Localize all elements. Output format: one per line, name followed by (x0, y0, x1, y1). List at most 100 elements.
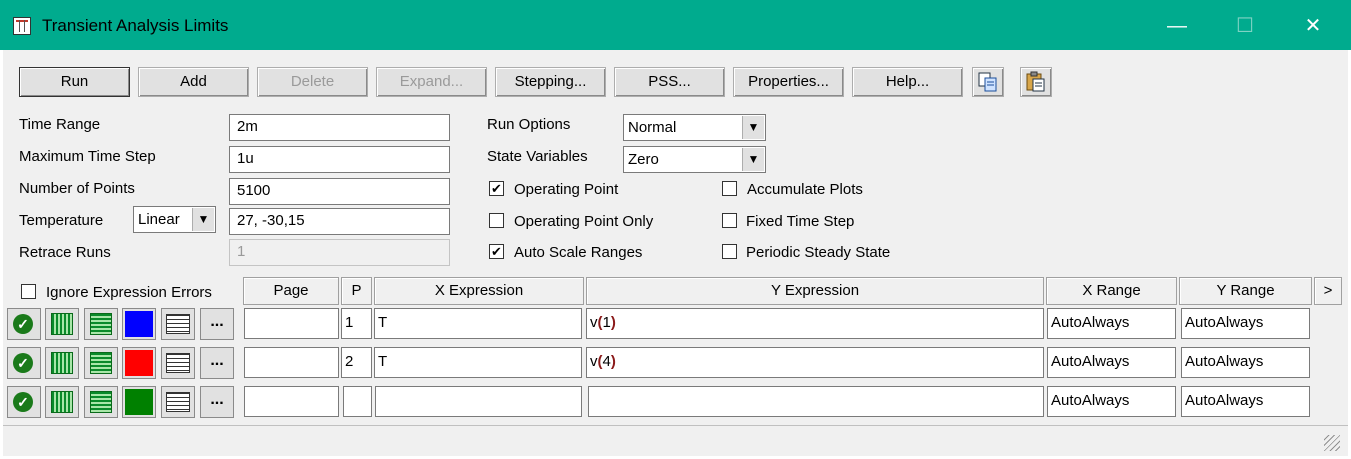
operating-point-only-checkbox[interactable] (489, 213, 504, 228)
run-options-label: Run Options (487, 116, 571, 133)
ellipsis-icon: ... (210, 313, 224, 330)
horizontal-bars-icon (90, 352, 112, 374)
state-variables-value: Zero (628, 151, 659, 168)
ignore-errors-checkbox[interactable] (21, 284, 36, 299)
color-swatch (125, 311, 153, 337)
max-time-step-input[interactable]: 1u (229, 146, 450, 173)
enable-toggle[interactable]: ✓ (7, 386, 41, 418)
periodic-steady-state-checkbox[interactable] (722, 244, 737, 259)
checkmark-icon: ✓ (13, 353, 33, 373)
options-button[interactable]: ... (200, 308, 234, 340)
run-options-select[interactable]: Normal ▼ (623, 114, 766, 141)
chevron-down-icon: ▼ (742, 148, 764, 171)
y-fn: v (590, 353, 598, 370)
options-button[interactable]: ... (200, 386, 234, 418)
state-variables-label: State Variables (487, 148, 588, 165)
auto-scale-label: Auto Scale Ranges (514, 244, 643, 261)
delete-button[interactable]: Delete (257, 67, 368, 97)
plot-style-button[interactable] (45, 308, 79, 340)
p-cell[interactable]: 1 (341, 308, 372, 339)
run-button[interactable]: Run (19, 67, 130, 97)
header-y-range[interactable]: Y Range (1179, 277, 1312, 305)
header-x-range[interactable]: X Range (1046, 277, 1177, 305)
y-arg: 4 (602, 353, 611, 370)
p-cell[interactable]: 2 (341, 347, 372, 378)
state-variables-select[interactable]: Zero ▼ (623, 146, 766, 173)
maximize-button[interactable]: ☐ (1225, 8, 1265, 44)
paste-button[interactable] (1020, 67, 1052, 97)
time-range-input[interactable]: 2m (229, 114, 450, 141)
y-range-cell[interactable]: AutoAlways (1181, 308, 1310, 339)
resize-grip-icon[interactable] (1324, 435, 1340, 451)
x-range-cell[interactable]: AutoAlways (1047, 386, 1176, 417)
ignore-errors-label: Ignore Expression Errors (46, 284, 212, 301)
minimize-button[interactable]: — (1157, 8, 1197, 44)
num-points-label: Number of Points (19, 180, 135, 197)
pss-button[interactable]: PSS... (614, 67, 725, 97)
num-points-input[interactable]: 5100 (229, 178, 450, 205)
add-button[interactable]: Add (138, 67, 249, 97)
page-cell[interactable] (244, 386, 339, 417)
properties-button[interactable]: Properties... (733, 67, 844, 97)
table-button[interactable] (161, 386, 195, 418)
y-range-cell[interactable]: AutoAlways (1181, 386, 1310, 417)
plot-style-button[interactable] (45, 386, 79, 418)
page-cell[interactable] (244, 308, 339, 339)
page-cell[interactable] (244, 347, 339, 378)
header-page[interactable]: Page (243, 277, 339, 305)
temperature-input[interactable]: 27, -30,15 (229, 208, 450, 235)
x-range-cell[interactable]: AutoAlways (1047, 347, 1176, 378)
options-button[interactable]: ... (200, 347, 234, 379)
plot-style-button[interactable] (45, 347, 79, 379)
checkmark-icon: ✓ (13, 392, 33, 412)
table-button[interactable] (161, 347, 195, 379)
y-range-cell[interactable]: AutoAlways (1181, 347, 1310, 378)
help-button[interactable]: Help... (852, 67, 963, 97)
y-arg: 1 (602, 314, 611, 331)
x-expression-cell[interactable]: T (374, 347, 582, 378)
header-x-expression[interactable]: X Expression (374, 277, 584, 305)
max-time-step-label: Maximum Time Step (19, 148, 156, 165)
color-swatch (125, 389, 153, 415)
stepping-button[interactable]: Stepping... (495, 67, 606, 97)
grid-style-button[interactable] (84, 308, 118, 340)
chevron-down-icon: ▼ (742, 116, 764, 139)
x-expression-cell[interactable] (375, 386, 582, 417)
app-icon (13, 17, 31, 35)
color-button[interactable] (122, 386, 156, 418)
table-icon (166, 314, 190, 334)
x-expression-cell[interactable]: T (374, 308, 582, 339)
operating-point-only-label: Operating Point Only (514, 213, 654, 230)
temperature-mode-select[interactable]: Linear ▼ (133, 206, 216, 233)
enable-toggle[interactable]: ✓ (7, 347, 41, 379)
expand-button[interactable]: Expand... (376, 67, 487, 97)
run-options-value: Normal (628, 119, 677, 136)
y-expression-cell[interactable] (588, 386, 1044, 417)
auto-scale-checkbox[interactable]: ✔ (489, 244, 504, 259)
y-expression-cell[interactable]: v(1) (586, 308, 1044, 339)
table-icon (166, 392, 190, 412)
accumulate-plots-checkbox[interactable] (722, 181, 737, 196)
more-columns-button[interactable]: > (1314, 277, 1342, 305)
close-button[interactable]: ✕ (1293, 8, 1333, 44)
retrace-runs-label: Retrace Runs (19, 244, 111, 261)
color-button[interactable] (122, 308, 156, 340)
y-close: ) (610, 353, 616, 370)
y-expression-cell[interactable]: v(4) (586, 347, 1044, 378)
retrace-runs-input[interactable]: 1 (229, 239, 450, 266)
header-y-expression[interactable]: Y Expression (586, 277, 1044, 305)
grid-style-button[interactable] (84, 347, 118, 379)
x-range-cell[interactable]: AutoAlways (1047, 308, 1176, 339)
vertical-bars-icon (51, 313, 73, 335)
color-button[interactable] (122, 347, 156, 379)
checkmark-icon: ✓ (13, 314, 33, 334)
operating-point-checkbox[interactable]: ✔ (489, 181, 504, 196)
fixed-time-step-checkbox[interactable] (722, 213, 737, 228)
header-p[interactable]: P (341, 277, 372, 305)
time-range-label: Time Range (19, 116, 101, 133)
copy-button[interactable] (972, 67, 1004, 97)
enable-toggle[interactable]: ✓ (7, 308, 41, 340)
p-cell[interactable] (343, 386, 372, 417)
table-button[interactable] (161, 308, 195, 340)
grid-style-button[interactable] (84, 386, 118, 418)
